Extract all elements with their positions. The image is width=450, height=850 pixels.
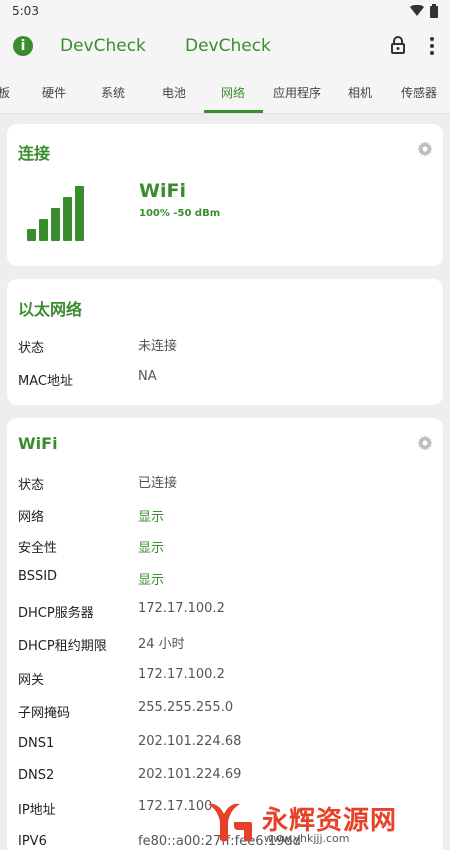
tab-apps[interactable]: 应用程序 <box>273 84 321 101</box>
ethernet-card-title: 以太网络 <box>18 300 83 319</box>
info-icon[interactable]: i <box>13 36 33 56</box>
row-value-status: 未连接 <box>138 339 178 354</box>
row-label-dns1: DNS1 <box>18 736 55 751</box>
signal-bar-5 <box>75 186 84 241</box>
row-value-status: 已连接 <box>138 476 178 491</box>
app-title-left: DevCheck <box>60 36 146 56</box>
row-value-dhcp-server: 172.17.100.2 <box>138 601 225 616</box>
tab-indicator <box>204 110 263 113</box>
watermark-logo-icon <box>208 803 252 842</box>
status-time: 5:03 <box>12 4 39 18</box>
lock-icon[interactable] <box>391 36 405 54</box>
tab-camera[interactable]: 相机 <box>348 84 372 101</box>
status-bar: 5:03 <box>0 0 450 24</box>
gear-icon[interactable] <box>417 435 433 451</box>
row-value-ip-address: 172.17.100 <box>138 799 213 814</box>
signal-bar-1 <box>27 229 36 241</box>
row-label-status: 状态 <box>18 341 45 356</box>
signal-bar-2 <box>39 219 48 241</box>
signal-bar-4 <box>63 197 72 241</box>
row-label-dns2: DNS2 <box>18 768 55 783</box>
tab-dashboard[interactable]: 板 <box>0 84 10 101</box>
row-label-subnet-mask: 子网掩码 <box>18 706 71 721</box>
tab-battery[interactable]: 电池 <box>162 84 186 101</box>
tab-bar: 板 硬件 系统 电池 网络 应用程序 相机 传感器 <box>0 70 450 114</box>
row-label-network: 网络 <box>18 510 45 525</box>
row-label-security: 安全性 <box>18 541 58 556</box>
show-network-link[interactable]: 显示 <box>138 506 164 525</box>
row-label-status: 状态 <box>18 478 45 493</box>
row-label-gateway: 网关 <box>18 673 45 688</box>
signal-strength-icon <box>27 186 84 241</box>
wifi-icon <box>410 5 424 16</box>
show-security-link[interactable]: 显示 <box>138 537 164 556</box>
tab-network[interactable]: 网络 <box>221 84 245 101</box>
connection-type: WiFi <box>139 180 186 202</box>
row-value-subnet-mask: 255.255.255.0 <box>138 700 234 715</box>
row-value-dns1: 202.101.224.68 <box>138 734 242 749</box>
show-bssid-link[interactable]: 显示 <box>138 569 164 588</box>
row-value-mac: NA <box>138 369 157 384</box>
row-label-bssid: BSSID <box>18 569 58 584</box>
row-value-gateway: 172.17.100.2 <box>138 667 225 682</box>
more-vert-icon[interactable] <box>427 36 437 56</box>
ethernet-card: 以太网络 状态 未连接 MAC地址 NA <box>7 279 443 405</box>
watermark: 永辉资源网 www.yhkjjj.com <box>204 798 434 848</box>
battery-icon <box>430 4 438 18</box>
row-value-dns2: 202.101.224.69 <box>138 767 242 782</box>
connection-strength: 100% -50 dBm <box>139 208 221 219</box>
status-icons <box>410 4 438 18</box>
tab-hardware[interactable]: 硬件 <box>42 84 66 101</box>
signal-bar-3 <box>51 208 60 241</box>
app-title-right: DevCheck <box>185 36 271 56</box>
gear-icon[interactable] <box>417 141 433 157</box>
row-label-dhcp-lease: DHCP租约期限 <box>18 639 107 654</box>
wifi-card-title: WiFi <box>18 434 58 453</box>
app-bar: i DevCheck DevCheck <box>0 24 450 70</box>
tab-system[interactable]: 系统 <box>101 84 125 101</box>
connection-card: 连接 WiFi 100% -50 dBm <box>7 124 443 266</box>
row-label-ip-address: IP地址 <box>18 803 56 818</box>
row-label-ipv6: IPV6 <box>18 834 47 849</box>
row-value-dhcp-lease: 24 小时 <box>138 637 185 652</box>
watermark-url: www.yhkjjj.com <box>264 832 350 845</box>
connection-card-title: 连接 <box>18 144 51 163</box>
row-label-dhcp-server: DHCP服务器 <box>18 606 94 621</box>
row-label-mac: MAC地址 <box>18 374 73 389</box>
tab-sensors[interactable]: 传感器 <box>401 84 437 101</box>
wifi-card: WiFi 状态 已连接 网络 显示 安全性 显示 BSSID 显示 DHCP服务… <box>7 418 443 850</box>
